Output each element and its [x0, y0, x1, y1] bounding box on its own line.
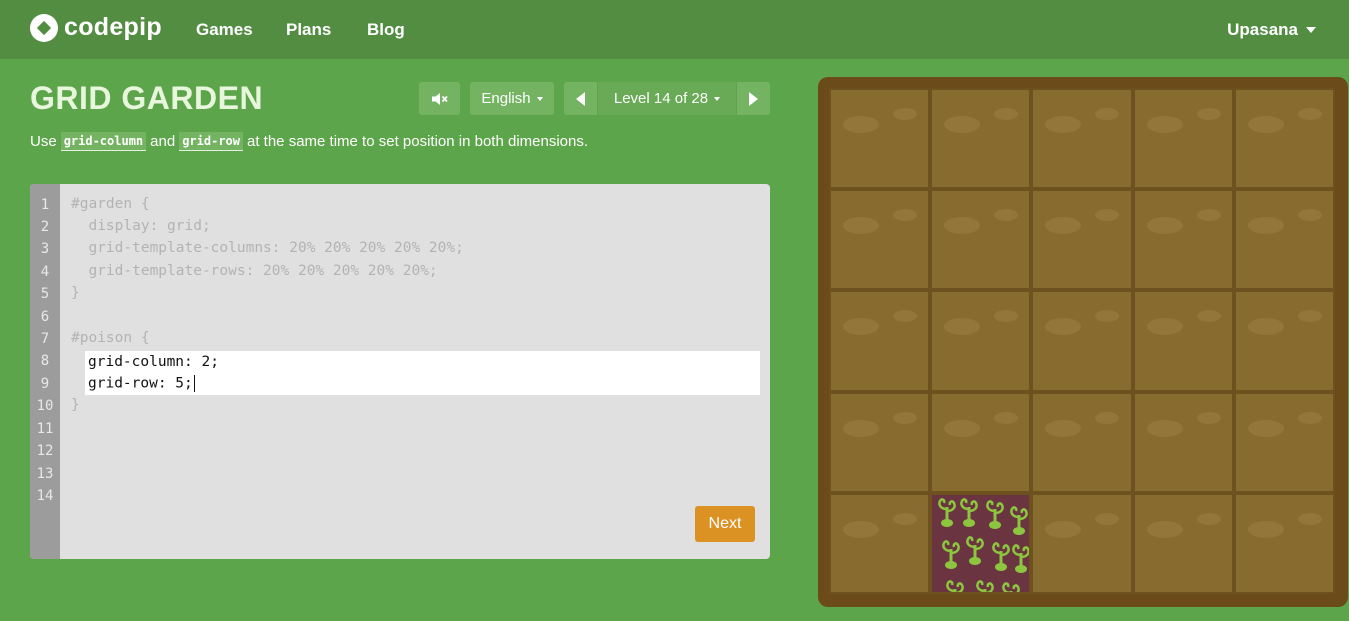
line-number: 8 [40, 353, 50, 369]
garden-board [818, 77, 1348, 607]
level-label: Level 14 of 28 [613, 90, 709, 107]
soil-plot [1132, 492, 1234, 594]
nav-link-games[interactable]: Games [196, 20, 253, 40]
arrow-left-icon [576, 91, 585, 106]
language-label: English [481, 90, 531, 107]
soil-plot [1031, 88, 1133, 190]
code-line: #garden { [71, 196, 150, 212]
arrow-right-icon [749, 91, 758, 106]
soil-plot [930, 391, 1032, 493]
line-number: 11 [36, 421, 54, 437]
line-number: 10 [36, 398, 54, 414]
line-number: 13 [36, 466, 54, 482]
soil-plot [1233, 88, 1335, 190]
line-number: 14 [36, 488, 54, 504]
line-number: 7 [40, 331, 50, 347]
code-line: #poison { [71, 330, 150, 346]
code-keyword-grid-row: grid-row [179, 132, 243, 151]
next-level-button[interactable] [737, 82, 770, 115]
soil-plot [1132, 290, 1234, 392]
code-input-area[interactable]: grid-column: 2; grid-row: 5; [85, 351, 760, 395]
chevron-down-icon [1306, 27, 1316, 33]
code-keyword-grid-column: grid-column [60, 132, 147, 151]
soil-plot [1031, 391, 1133, 493]
weed-icon [1012, 544, 1030, 573]
weed-icon [942, 540, 961, 569]
chevron-down-icon [714, 96, 721, 101]
language-select[interactable]: English [470, 82, 554, 115]
instructions-text: and [150, 133, 176, 150]
logo-text: codepip [64, 13, 162, 41]
next-button[interactable]: Next [695, 506, 755, 542]
soil-plot [930, 290, 1032, 392]
line-number: 5 [40, 286, 50, 302]
line-number: 3 [40, 241, 50, 257]
codepip-logo-icon [30, 13, 58, 42]
page-title: GRID GARDEN [30, 80, 264, 116]
weed-icon [946, 580, 965, 592]
weed-icon [966, 536, 985, 565]
poison-weed-patch [930, 492, 1032, 594]
chevron-down-icon [536, 96, 543, 101]
soil-plot [1132, 88, 1234, 190]
soil-plot [1132, 391, 1234, 493]
user-menu[interactable]: Upasana [1227, 20, 1316, 40]
soil-plot [829, 189, 931, 291]
code-line: } [71, 285, 80, 301]
nav-link-plans[interactable]: Plans [286, 20, 331, 40]
weed-icon [986, 500, 1005, 529]
garden-grid [829, 88, 1335, 594]
code-line: display: grid; [71, 218, 211, 234]
weed-icon [976, 580, 995, 592]
soil-plot [1233, 290, 1335, 392]
soil-plot [829, 88, 931, 190]
soil-plot [1233, 189, 1335, 291]
user-name: Upasana [1227, 20, 1298, 39]
line-number: 6 [40, 309, 50, 325]
soil-plot [1031, 189, 1133, 291]
line-number: 2 [40, 219, 50, 235]
soil-plot [1233, 492, 1335, 594]
weed-icon [1010, 506, 1029, 535]
level-navigator: Level 14 of 28 [564, 82, 770, 115]
code-input-line[interactable]: grid-row: 5; [88, 375, 195, 392]
top-nav: codepip Games Plans Blog Upasana [0, 0, 1349, 59]
code-line: grid-template-columns: 20% 20% 20% 20% 2… [71, 240, 464, 256]
soil-plot [1031, 492, 1133, 594]
soil-plot [1233, 391, 1335, 493]
line-number-gutter: 1 2 3 4 5 6 7 8 9 10 11 12 13 14 [30, 184, 60, 559]
line-number: 1 [40, 197, 50, 213]
soil-plot [1132, 189, 1234, 291]
soil-plot [1031, 290, 1133, 392]
code-input-text: grid-row: 5; [88, 375, 193, 392]
soil-plot [829, 391, 931, 493]
weed-icon [1002, 582, 1021, 592]
instructions: Use grid-column and grid-row at the same… [30, 132, 588, 151]
line-number: 9 [40, 376, 50, 392]
codepip-logo[interactable]: codepip [30, 13, 162, 42]
weed-icon [960, 498, 979, 527]
line-number: 12 [36, 443, 54, 459]
nav-link-blog[interactable]: Blog [367, 20, 405, 40]
soil-plot [930, 189, 1032, 291]
instructions-text: Use [30, 133, 57, 150]
code-editor: 1 2 3 4 5 6 7 8 9 10 11 12 13 14 #garden… [30, 184, 770, 559]
text-cursor [193, 375, 195, 392]
line-number: 4 [40, 264, 50, 280]
code-line: grid-template-rows: 20% 20% 20% 20% 20%; [71, 263, 438, 279]
speaker-muted-icon [431, 92, 448, 105]
soil-plot [829, 492, 931, 594]
code-line: } [71, 397, 80, 413]
instructions-text: at the same time to set position in both… [247, 133, 589, 150]
soil-plot [829, 290, 931, 392]
previous-level-button[interactable] [564, 82, 597, 115]
level-indicator[interactable]: Level 14 of 28 [597, 82, 737, 115]
code-input-text: grid-column: 2; [88, 354, 219, 370]
code-input-line[interactable]: grid-column: 2; [88, 354, 219, 370]
soil-plot [930, 88, 1032, 190]
mute-button[interactable] [419, 82, 460, 115]
